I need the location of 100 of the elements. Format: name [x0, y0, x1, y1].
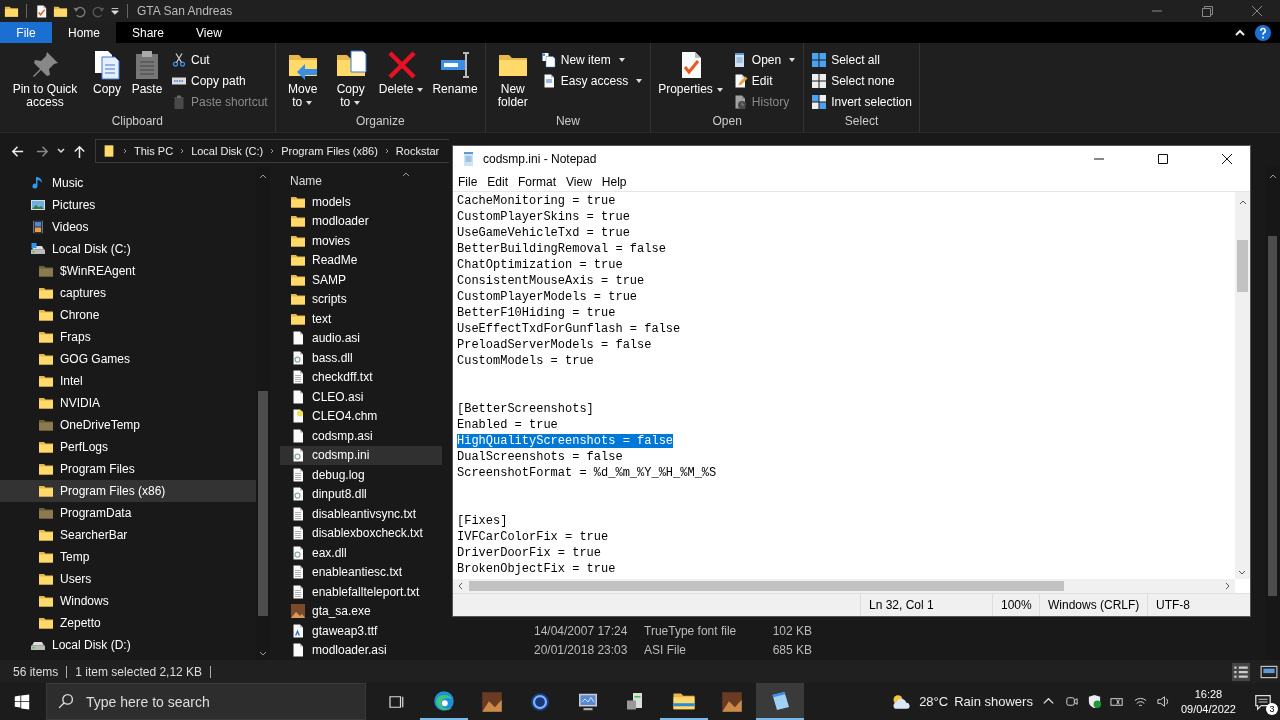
list-item[interactable]: enableantiesc.txt — [280, 562, 442, 582]
ribbon-button[interactable]: Pin to Quick access — [4, 46, 86, 112]
start-icon[interactable] — [14, 693, 30, 710]
ribbon-button[interactable]: Select none — [808, 71, 915, 91]
list-item[interactable]: text — [280, 309, 442, 329]
list-item[interactable]: SAMP — [280, 270, 442, 290]
nav-item[interactable]: Zepetto — [0, 612, 256, 634]
ribbon-tab[interactable]: Share — [116, 22, 181, 43]
ribbon-button[interactable]: Easy access — [537, 71, 647, 91]
menu-item[interactable]: Edit — [487, 174, 509, 189]
scrollbar[interactable] — [1235, 192, 1250, 579]
list-item[interactable]: eax.dll — [280, 543, 442, 563]
menu-item[interactable]: Help — [601, 174, 627, 189]
scroll-thumb[interactable] — [1268, 236, 1277, 596]
list-item[interactable]: dinput8.dll — [280, 484, 442, 504]
ribbon-button[interactable]: New folder — [489, 46, 536, 112]
menu-item[interactable]: View — [566, 174, 592, 189]
help-icon[interactable] — [1254, 23, 1272, 42]
details-view-icon[interactable] — [1232, 662, 1250, 681]
list-item[interactable]: ReadMe — [280, 250, 442, 270]
nav-item[interactable]: Windows — [0, 590, 256, 612]
breadcrumb[interactable]: This PC — [134, 145, 174, 157]
list-item[interactable]: disableantivsync.txt — [280, 504, 442, 524]
ribbon-button[interactable]: Select all — [808, 50, 915, 70]
list-item[interactable]: checkdff.txt — [280, 367, 442, 387]
nav-item[interactable]: Program Files — [0, 458, 256, 480]
clock-time[interactable]: 16:28 — [1194, 686, 1223, 702]
ribbon-tab[interactable]: Home — [52, 22, 116, 43]
nav-item[interactable]: Pictures — [0, 194, 256, 216]
nav-item[interactable]: Music — [0, 172, 256, 194]
nav-item[interactable]: SearcherBar — [0, 524, 256, 546]
address-bar[interactable]: This PC Local Disk (C:) Program Files (x86) Rockstar — [95, 139, 449, 163]
nav-item[interactable]: PerfLogs — [0, 436, 256, 458]
ribbon-button[interactable]: Paste — [128, 46, 166, 112]
nav-item[interactable]: GOG Games — [0, 348, 256, 370]
volume-icon[interactable] — [1155, 694, 1171, 709]
list-item[interactable]: modloader.asi — [280, 640, 442, 660]
scrollbar[interactable] — [453, 579, 1235, 593]
nav-item[interactable]: Chrone — [0, 304, 256, 326]
column-header[interactable]: Name — [280, 174, 322, 188]
checklist-icon[interactable] — [34, 3, 49, 19]
nav-item[interactable]: Local Disk (C:) — [0, 238, 256, 260]
list-item[interactable]: CLEO4.chm — [280, 406, 442, 426]
camera-icon[interactable] — [1063, 694, 1079, 709]
list-item[interactable]: modloader — [280, 211, 442, 231]
list-item[interactable]: bass.dll — [280, 348, 442, 368]
scroll-thumb[interactable] — [258, 391, 268, 616]
menu-item[interactable]: File — [458, 174, 478, 189]
ribbon-button[interactable]: Move to — [279, 46, 326, 112]
ribbon-button[interactable]: Properties — [655, 46, 727, 112]
nav-item[interactable]: Program Files (x86) — [0, 480, 256, 502]
nav-item[interactable]: Local Disk (D:) — [0, 634, 256, 656]
list-item[interactable]: gta_sa.exe — [280, 601, 442, 621]
list-item[interactable]: debug.log — [280, 465, 442, 485]
nav-item[interactable]: captures — [0, 282, 256, 304]
recent-icon[interactable] — [56, 146, 66, 156]
ribbon-button[interactable]: Rename — [429, 46, 481, 112]
ribbon-button[interactable]: Open — [728, 50, 800, 70]
nav-item[interactable]: NVIDIA — [0, 392, 256, 414]
ribbon-button[interactable]: Edit — [728, 71, 800, 91]
menu-item[interactable]: Format — [518, 174, 557, 189]
nav-item[interactable]: Users — [0, 568, 256, 590]
ribbon-button[interactable]: Delete — [375, 46, 428, 112]
nav-item[interactable]: Intel — [0, 370, 256, 392]
ribbon-tab[interactable]: View — [180, 22, 238, 43]
breadcrumb[interactable]: Local Disk (C:) — [191, 145, 264, 157]
ribbon-button[interactable]: Copy — [88, 46, 126, 112]
list-item[interactable]: models — [280, 192, 442, 212]
ribbon-button[interactable]: Copy to — [327, 46, 374, 112]
breadcrumb[interactable]: Program Files (x86) — [281, 145, 378, 157]
list-item[interactable]: codsmp.asi — [280, 426, 442, 446]
ribbon-button[interactable]: Invert selection — [808, 92, 915, 112]
temperature[interactable]: 28°C — [919, 694, 949, 709]
nav-item[interactable]: Fraps — [0, 326, 256, 348]
shield-icon[interactable] — [1086, 694, 1102, 709]
breadcrumb[interactable]: Rockstar — [395, 145, 440, 157]
list-item[interactable]: codsmp.ini — [280, 445, 442, 465]
weather-text[interactable]: Rain showers — [954, 694, 1033, 709]
ribbon-tab[interactable]: File — [0, 22, 52, 43]
ribbon-button[interactable]: Cut — [168, 50, 271, 70]
nav-item[interactable]: $WinREAgent — [0, 260, 256, 282]
list-item[interactable]: gtaweap3.ttf — [280, 621, 442, 641]
list-item[interactable]: movies — [280, 231, 442, 251]
list-item[interactable]: enablefallteleport.txt — [280, 582, 442, 602]
nav-item[interactable]: OneDriveTemp — [0, 414, 256, 436]
list-item[interactable]: scripts — [280, 289, 442, 309]
list-item[interactable]: disablexboxcheck.txt — [280, 523, 442, 543]
nav-item[interactable]: Videos — [0, 216, 256, 238]
scroll-thumb[interactable] — [469, 581, 1064, 591]
scroll-thumb[interactable] — [1237, 240, 1248, 292]
nav-item[interactable]: ProgramData — [0, 502, 256, 524]
customize-icon[interactable] — [110, 6, 120, 16]
list-item[interactable]: audio.asi — [280, 328, 442, 348]
clock-date[interactable]: 09/04/2022 — [1180, 701, 1236, 717]
ribbon-button[interactable]: New item — [537, 50, 647, 70]
nav-item[interactable]: Temp — [0, 546, 256, 568]
notification-icon[interactable] — [1254, 692, 1272, 711]
list-item[interactable]: CLEO.asi — [280, 387, 442, 407]
taskbar-button[interactable] — [756, 683, 804, 720]
search-field[interactable]: Type here to search — [46, 683, 366, 720]
